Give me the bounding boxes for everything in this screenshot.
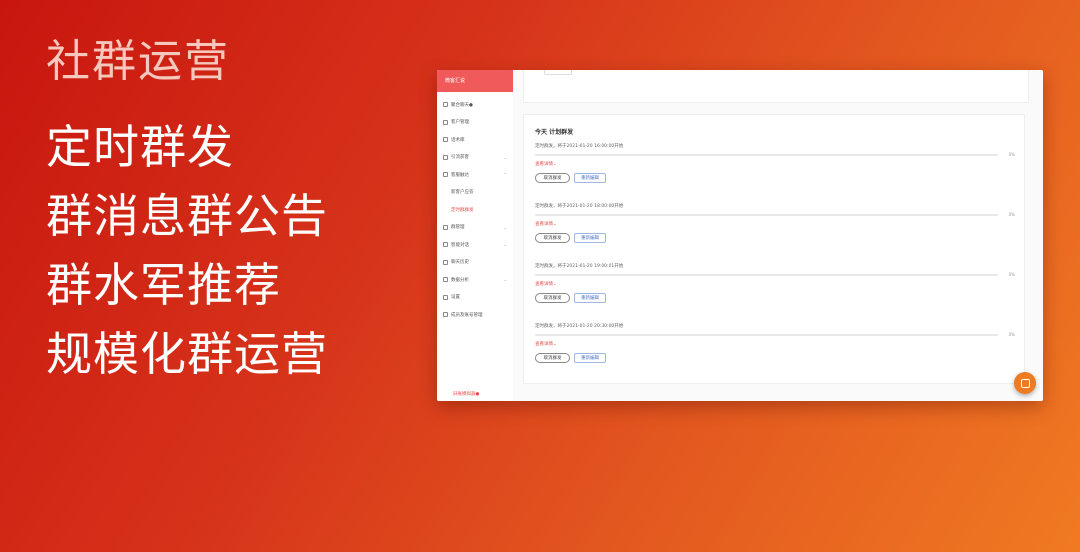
chevron-icon: ⌄	[503, 154, 507, 160]
hero-feature-line: 定时群发	[46, 120, 234, 174]
book-icon	[443, 137, 448, 143]
cancel-broadcast-button[interactable]: 取消群发	[535, 233, 570, 243]
panel-title: 今天 计划群发	[535, 129, 574, 136]
task-description: 定时群发，将于2021-01-20 16:00:00开始	[535, 144, 624, 149]
sidebar-footer-link[interactable]: 旧账模拟器●	[453, 391, 479, 397]
chart-icon	[443, 277, 448, 283]
group-icon	[443, 224, 448, 230]
broadcast-task: 定时群发，将于2021-01-20 20:30:00开始 0% 查看详情⌄ 取消群发重…	[535, 323, 1015, 363]
sidebar-menu: 聚合聊天● 客户管理 话术库 引流获客 ⌄ 客服触达 ⌃ 新客户应答 定时群群发 群管理 ⌄ 智能对话…	[437, 92, 513, 324]
sidebar-item[interactable]: 新客户应答	[437, 184, 513, 202]
sidebar-item[interactable]: 定时群群发	[437, 201, 513, 219]
sidebar-item[interactable]: 聚合聊天●	[437, 96, 513, 114]
gear-icon	[443, 294, 448, 300]
chevron-icon: ⌄	[503, 224, 507, 230]
progress-percent: 0%	[1008, 152, 1015, 157]
sidebar-item[interactable]: 数据分析 ⌄	[437, 271, 513, 289]
chevron-icon: ⌄	[503, 242, 507, 248]
broadcast-task: 定时群发，将于2021-01-20 18:00:00开始 0% 查看详情⌄ 取消群发重…	[535, 203, 1015, 243]
sidebar-item[interactable]: 群管理 ⌄	[437, 219, 513, 237]
scheduled-broadcast-panel: 今天 计划群发 定时群发，将于2021-01-20 16:00:00开始 0% 查看…	[523, 114, 1025, 384]
sidebar-header: 微客汇说	[437, 70, 513, 92]
hero-feature-line: 群消息群公告	[46, 189, 328, 243]
sidebar-item-label: 数据分析	[451, 277, 469, 283]
bulb-icon	[443, 242, 448, 248]
sidebar-item-label: 聚合聊天●	[451, 102, 473, 108]
progress-track	[535, 274, 998, 276]
sidebar-item[interactable]: 引流获客 ⌄	[437, 149, 513, 167]
progress-track	[535, 334, 998, 336]
chat-icon	[443, 102, 448, 108]
app-window-screenshot: 微客汇说 聚合聊天● 客户管理话术库引流获客 ⌄ 客服触达 ⌃ 新客户应答定时群群发群管理…	[437, 70, 1043, 401]
hero-feature-list: 定时群发 群消息群公告 群水军推荐 规模化群运营	[46, 124, 328, 400]
re-edit-button[interactable]: 重新编辑	[574, 173, 606, 183]
sidebar-item-label: 设置	[451, 295, 460, 301]
cancel-broadcast-button[interactable]: 取消群发	[535, 353, 570, 363]
view-details-link[interactable]: 查看详情⌄	[535, 161, 1015, 168]
sidebar-item[interactable]: 聊天历史	[437, 254, 513, 272]
sidebar-item[interactable]: 成员及账号管理	[437, 306, 513, 324]
chat-support-button[interactable]	[1014, 372, 1036, 394]
progress-bar: 0%	[535, 212, 1015, 218]
sidebar-item-label: 新客户应答	[451, 190, 474, 196]
sidebar-item[interactable]: 设置	[437, 289, 513, 307]
task-description: 定时群发，将于2021-01-20 20:30:00开始	[535, 324, 624, 329]
cancel-broadcast-button[interactable]: 取消群发	[535, 293, 570, 303]
progress-bar: 0%	[535, 152, 1015, 158]
task-description: 定时群发，将于2021-01-20 19:00:01开始	[535, 264, 624, 269]
sidebar-item-label: 客服触达	[451, 172, 469, 178]
progress-percent: 0%	[1008, 332, 1015, 337]
re-edit-button[interactable]: 重新编辑	[574, 233, 606, 243]
broadcast-task: 定时群发，将于2021-01-20 19:00:01开始 0% 查看详情⌄ 取消群发重…	[535, 263, 1015, 303]
sidebar-item-label: 智能对话	[451, 242, 469, 248]
view-details-link[interactable]: 查看详情⌄	[535, 341, 1015, 348]
progress-bar: 0%	[535, 332, 1015, 338]
top-card-tab[interactable]	[544, 70, 572, 75]
re-edit-button[interactable]: 重新编辑	[574, 293, 606, 303]
sidebar-item-label: 客户管理	[451, 120, 469, 126]
clock-icon	[443, 259, 448, 265]
cancel-broadcast-button[interactable]: 取消群发	[535, 173, 570, 183]
sidebar-item[interactable]: 客服触达 ⌃	[437, 166, 513, 184]
broadcast-task: 定时群发，将于2021-01-20 16:00:00开始 0% 查看详情⌄ 取消群发重…	[535, 143, 1015, 183]
progress-percent: 0%	[1008, 212, 1015, 217]
users-icon	[443, 119, 448, 125]
re-edit-button[interactable]: 重新编辑	[574, 353, 606, 363]
chat-bubble-icon	[1020, 378, 1030, 388]
hero-title: 社群运营	[46, 36, 230, 87]
sidebar-item-label: 成员及账号管理	[451, 312, 483, 318]
sidebar-item-label: 引流获客	[451, 155, 469, 161]
plus-icon	[443, 312, 448, 318]
view-details-link[interactable]: 查看详情⌄	[535, 281, 1015, 288]
hero-feature-line: 群水军推荐	[46, 258, 281, 312]
sidebar: 微客汇说 聚合聊天● 客户管理话术库引流获客 ⌄ 客服触达 ⌃ 新客户应答定时群群发群管理…	[437, 70, 514, 401]
sidebar-item[interactable]: 话术库	[437, 131, 513, 149]
chevron-icon: ⌃	[503, 172, 507, 178]
task-description: 定时群发，将于2021-01-20 18:00:00开始	[535, 204, 624, 209]
sidebar-item[interactable]: 客户管理	[437, 114, 513, 132]
progress-bar: 0%	[535, 272, 1015, 278]
sidebar-item-label: 定时群群发	[451, 207, 474, 213]
sidebar-item[interactable]: 智能对话 ⌄	[437, 236, 513, 254]
hero-feature-line: 规模化群运营	[46, 327, 328, 381]
sidebar-item-label: 话术库	[451, 137, 465, 143]
person-icon	[443, 154, 448, 160]
chevron-icon: ⌄	[503, 277, 507, 283]
filter-icon	[443, 172, 448, 178]
progress-track	[535, 154, 998, 156]
progress-track	[535, 214, 998, 216]
sidebar-item-label: 群管理	[451, 225, 465, 231]
top-card	[523, 70, 1029, 103]
sidebar-item-label: 聊天历史	[451, 260, 469, 266]
progress-percent: 0%	[1008, 272, 1015, 277]
main-content: 今天 计划群发 定时群发，将于2021-01-20 16:00:00开始 0% 查看…	[513, 70, 1043, 401]
view-details-link[interactable]: 查看详情⌄	[535, 221, 1015, 228]
